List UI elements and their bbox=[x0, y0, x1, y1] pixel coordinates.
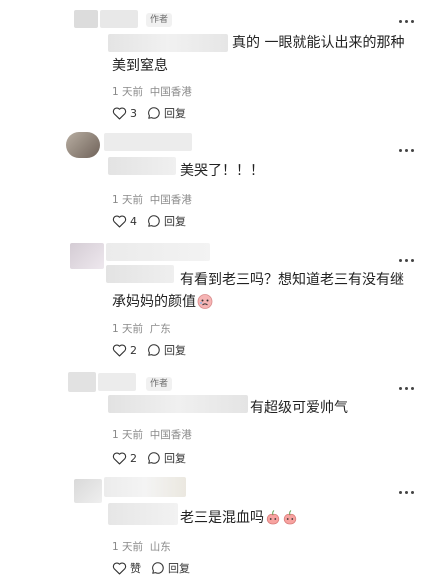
reply-button[interactable]: 回复 bbox=[147, 105, 186, 121]
comment-location: 中国香港 bbox=[149, 194, 192, 206]
like-button[interactable]: 2 bbox=[112, 343, 137, 357]
comment-text: 有看到老三吗？想知道老三有没有继 bbox=[180, 272, 404, 288]
heart-icon bbox=[112, 562, 127, 575]
more-icon bbox=[399, 490, 402, 494]
author-badge: 作者 bbox=[146, 377, 173, 391]
comment-meta: 1 天前 中国香港 bbox=[112, 192, 192, 207]
comment-item: 有看到老三吗？想知道老三有没有继 承妈妈的颜值 1 天前 广东 2 回复 bbox=[0, 235, 433, 365]
comment-item: 老三是混血吗 1 天前 山东 赞 回复 bbox=[0, 469, 433, 577]
comment-actions: 2 回复 bbox=[112, 341, 186, 359]
username[interactable] bbox=[98, 373, 136, 391]
heart-icon bbox=[112, 215, 127, 228]
comment-meta: 1 天前 中国香港 bbox=[112, 84, 192, 99]
reply-icon bbox=[148, 344, 160, 356]
comment-actions: 3 回复 bbox=[112, 104, 186, 122]
reply-button[interactable]: 回复 bbox=[147, 213, 186, 229]
comment-text: 有超级可爱帅气 bbox=[250, 400, 348, 416]
reply-label: 回复 bbox=[164, 452, 186, 465]
avatar[interactable] bbox=[74, 479, 102, 503]
comment-item: 作者 真的 一眼就能认出来的那种 美到窒息 1 天前 中国香港 3 回复 bbox=[0, 0, 433, 125]
avatar[interactable] bbox=[68, 372, 96, 392]
heart-icon bbox=[112, 344, 127, 357]
comment-text-words: 老三是混血吗 bbox=[180, 510, 264, 526]
peach-emoji-icon bbox=[266, 510, 280, 525]
mention-username[interactable] bbox=[108, 503, 178, 525]
reply-icon bbox=[152, 562, 164, 574]
comment-text-line2-words: 承妈妈的颜值 bbox=[112, 294, 196, 310]
reply-icon bbox=[148, 215, 160, 227]
more-icon bbox=[399, 148, 402, 152]
username[interactable] bbox=[106, 243, 210, 261]
comment-meta: 1 天前 中国香港 bbox=[112, 427, 192, 442]
comment-location: 山东 bbox=[149, 541, 171, 553]
comment-time: 1 天前 bbox=[112, 541, 144, 553]
like-count: 3 bbox=[130, 106, 137, 120]
mention-username[interactable] bbox=[106, 265, 174, 283]
comment-actions: 赞 回复 bbox=[112, 559, 190, 577]
comment-location: 中国香港 bbox=[149, 429, 192, 441]
more-options-button[interactable] bbox=[399, 18, 415, 24]
like-count: 2 bbox=[130, 343, 137, 357]
peach-emoji-icon bbox=[283, 510, 297, 525]
avatar[interactable] bbox=[66, 132, 100, 158]
more-icon bbox=[399, 386, 402, 390]
username[interactable] bbox=[100, 10, 138, 28]
more-icon bbox=[399, 258, 402, 262]
comment-item: 作者 有超级可爱帅气 1 天前 中国香港 2 回复 bbox=[0, 365, 433, 469]
comment-time: 1 天前 bbox=[112, 86, 144, 98]
reply-icon bbox=[148, 452, 160, 464]
like-button[interactable]: 2 bbox=[112, 451, 137, 465]
like-button[interactable]: 4 bbox=[112, 214, 137, 228]
reply-icon bbox=[148, 107, 160, 119]
like-button[interactable]: 3 bbox=[112, 106, 137, 120]
comment-text: 老三是混血吗 bbox=[180, 507, 298, 529]
more-options-button[interactable] bbox=[399, 257, 415, 263]
comment-item: 美哭了！！！ 1 天前 中国香港 4 回复 bbox=[0, 125, 433, 235]
like-count: 4 bbox=[130, 214, 137, 228]
comment-text-line2: 美到窒息 bbox=[112, 58, 168, 74]
reply-label: 回复 bbox=[164, 344, 186, 357]
comment-actions: 2 回复 bbox=[112, 449, 186, 467]
heart-icon bbox=[112, 452, 127, 465]
reply-label: 回复 bbox=[164, 107, 186, 120]
username[interactable] bbox=[104, 133, 192, 151]
avatar[interactable] bbox=[70, 243, 104, 269]
comment-time: 1 天前 bbox=[112, 194, 144, 206]
more-icon bbox=[399, 19, 402, 23]
username[interactable] bbox=[104, 477, 186, 497]
more-options-button[interactable] bbox=[399, 489, 415, 495]
reply-button[interactable]: 回复 bbox=[147, 450, 186, 466]
author-badge: 作者 bbox=[146, 13, 173, 27]
heart-icon bbox=[112, 107, 127, 120]
comment-text: 美哭了！！！ bbox=[180, 163, 264, 179]
comment-meta: 1 天前 山东 bbox=[112, 539, 171, 554]
comment-time: 1 天前 bbox=[112, 323, 144, 335]
comment-meta: 1 天前 广东 bbox=[112, 321, 171, 336]
mention-username[interactable] bbox=[108, 157, 176, 175]
more-options-button[interactable] bbox=[399, 385, 415, 391]
like-count: 2 bbox=[130, 451, 137, 465]
sad-face-emoji-icon bbox=[197, 294, 213, 309]
mention-username[interactable] bbox=[108, 395, 248, 413]
comment-text-line2: 承妈妈的颜值 bbox=[112, 291, 213, 313]
avatar[interactable] bbox=[74, 10, 98, 28]
comment-time: 1 天前 bbox=[112, 429, 144, 441]
comment-text: 真的 一眼就能认出来的那种 bbox=[232, 35, 405, 51]
comment-actions: 4 回复 bbox=[112, 212, 186, 230]
comment-location: 中国香港 bbox=[149, 86, 192, 98]
more-options-button[interactable] bbox=[399, 147, 415, 153]
reply-button[interactable]: 回复 bbox=[147, 342, 186, 358]
mention-username[interactable] bbox=[108, 34, 228, 52]
comment-location: 广东 bbox=[149, 323, 171, 335]
reply-label: 回复 bbox=[164, 215, 186, 228]
